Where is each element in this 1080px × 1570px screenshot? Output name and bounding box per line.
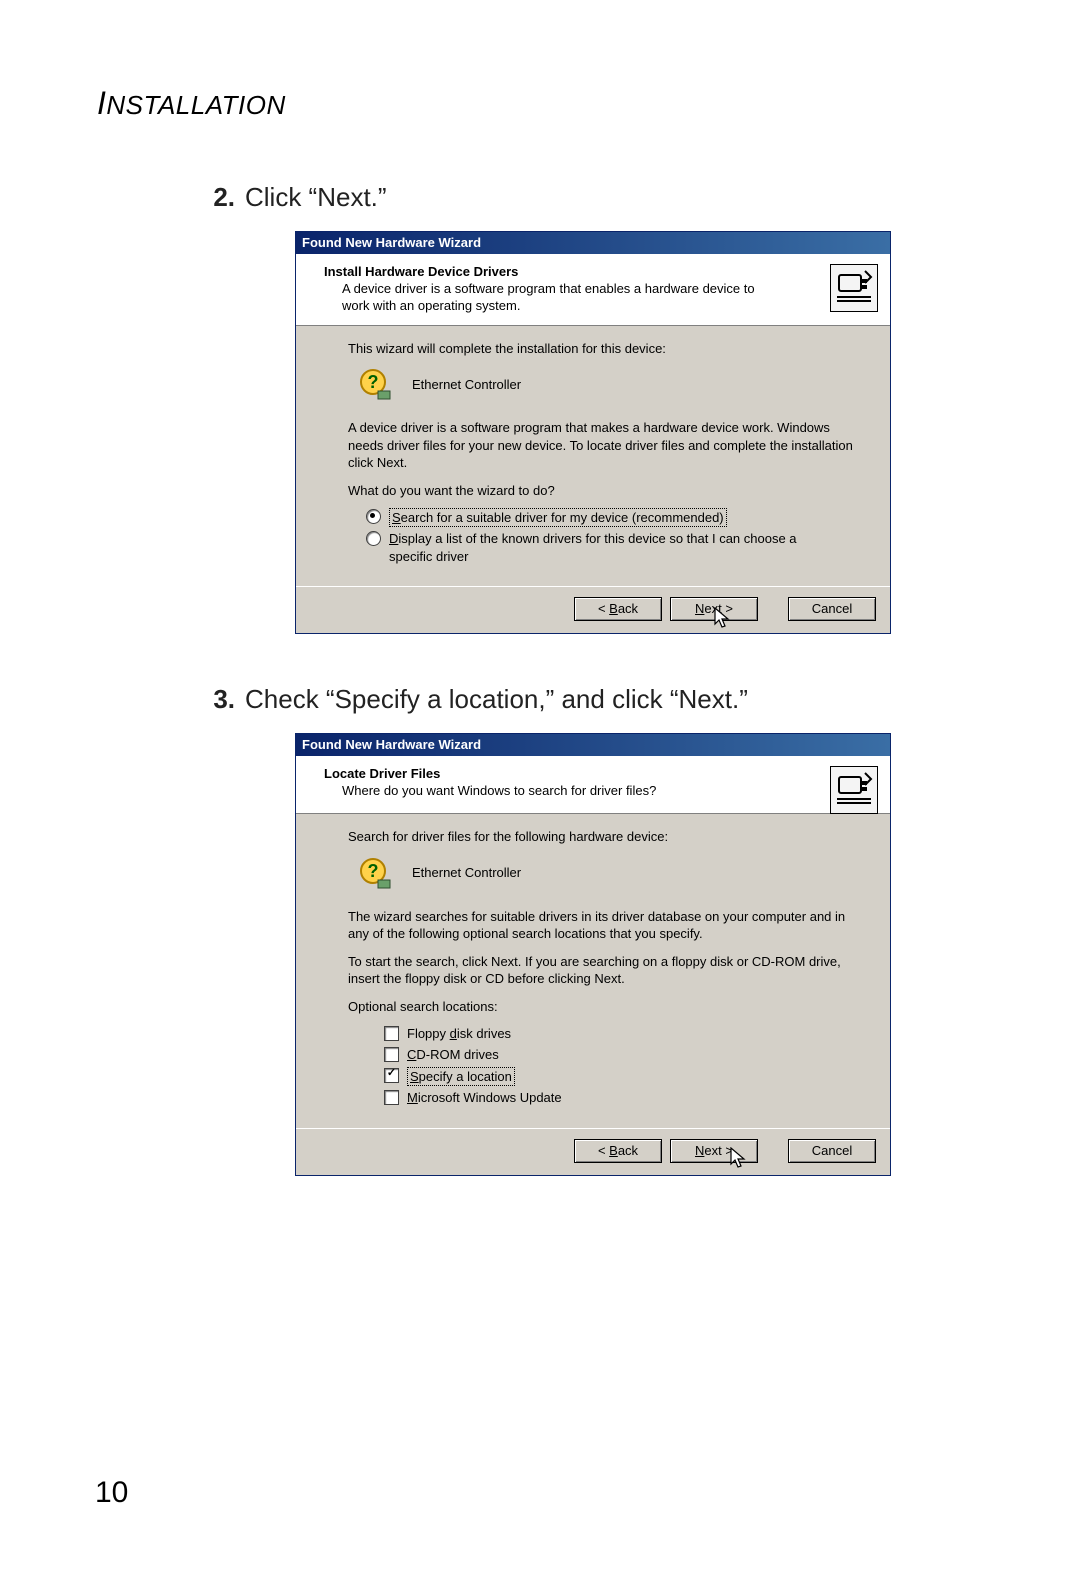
dialog2-device-name: Ethernet Controller bbox=[412, 864, 521, 882]
dialog2-para2: To start the search, click Next. If you … bbox=[348, 953, 862, 988]
dialog1-header-subtitle: A device driver is a software program th… bbox=[342, 281, 782, 315]
next-button[interactable]: Next > bbox=[670, 597, 758, 621]
page-number: 10 bbox=[95, 1476, 128, 1510]
radio-search-label: Search for a suitable driver for my devi… bbox=[389, 508, 727, 528]
step-3-number: 3. bbox=[195, 684, 235, 715]
dialog1-titlebar: Found New Hardware Wizard bbox=[296, 232, 890, 254]
dialog2-header-title: Locate Driver Files bbox=[324, 766, 876, 781]
step-3: 3. Check “Specify a location,” and click… bbox=[195, 684, 990, 715]
checkbox-floppy[interactable]: Floppy disk drives bbox=[384, 1025, 854, 1043]
checkbox-icon[interactable] bbox=[384, 1068, 399, 1083]
cancel-button[interactable]: Cancel bbox=[788, 597, 876, 621]
dialog1-paragraph: A device driver is a software program th… bbox=[348, 419, 862, 472]
checkbox-icon[interactable] bbox=[384, 1047, 399, 1062]
unknown-device-icon: ? bbox=[358, 856, 392, 890]
dialog1-device-row: ? Ethernet Controller bbox=[358, 367, 862, 401]
radio-icon[interactable] bbox=[366, 531, 381, 546]
checkbox-icon[interactable] bbox=[384, 1026, 399, 1041]
radio-display-label: Display a list of the known drivers for … bbox=[389, 530, 836, 565]
step-2-number: 2. bbox=[195, 182, 235, 213]
dialog2-header-subtitle: Where do you want Windows to search for … bbox=[342, 783, 782, 800]
checkbox-cdrom[interactable]: CD-ROM drives bbox=[384, 1046, 854, 1064]
dialog1-device-name: Ethernet Controller bbox=[412, 376, 521, 394]
checkbox-icon[interactable] bbox=[384, 1090, 399, 1105]
dialog2-optional-label: Optional search locations: bbox=[348, 998, 862, 1016]
dialog-locate-files: Found New Hardware Wizard Locate Driver … bbox=[295, 733, 891, 1175]
dialog2-body: Search for driver files for the followin… bbox=[296, 814, 890, 1127]
svg-text:?: ? bbox=[368, 861, 379, 881]
dialog1-header-title: Install Hardware Device Drivers bbox=[324, 264, 876, 279]
dialog-install-drivers: Found New Hardware Wizard Install Hardwa… bbox=[295, 231, 891, 634]
step-2: 2. Click “Next.” bbox=[195, 182, 990, 213]
unknown-device-icon: ? bbox=[358, 367, 392, 401]
dialog1-line1: This wizard will complete the installati… bbox=[348, 340, 862, 358]
step-3-text: Check “Specify a location,” and click “N… bbox=[245, 684, 748, 715]
dialog2-device-row: ? Ethernet Controller bbox=[358, 856, 862, 890]
checkbox-update-label: Microsoft Windows Update bbox=[407, 1089, 562, 1107]
dialog1-header: Install Hardware Device Drivers A device… bbox=[296, 254, 890, 326]
back-button[interactable]: < Back bbox=[574, 597, 662, 621]
checkbox-specify-location[interactable]: Specify a location bbox=[384, 1067, 854, 1087]
dialog2-line1: Search for driver files for the followin… bbox=[348, 828, 862, 846]
section-header: INSTALLATION bbox=[97, 85, 990, 122]
back-button[interactable]: < Back bbox=[574, 1139, 662, 1163]
radio-search-suitable[interactable]: Search for a suitable driver for my devi… bbox=[366, 508, 836, 528]
dialog1-buttons: < Back Next > Cancel bbox=[296, 586, 890, 633]
next-button[interactable]: Next > bbox=[670, 1139, 758, 1163]
section-header-text: NSTALLATION bbox=[106, 90, 285, 120]
radio-display-list[interactable]: Display a list of the known drivers for … bbox=[366, 530, 836, 565]
svg-text:?: ? bbox=[368, 372, 379, 392]
cancel-button[interactable]: Cancel bbox=[788, 1139, 876, 1163]
dialog1-prompt: What do you want the wizard to do? bbox=[348, 482, 862, 500]
checkbox-cdrom-label: CD-ROM drives bbox=[407, 1046, 499, 1064]
checkbox-windows-update[interactable]: Microsoft Windows Update bbox=[384, 1089, 854, 1107]
radio-icon[interactable] bbox=[366, 509, 381, 524]
hardware-icon bbox=[830, 264, 878, 312]
dialog1-body: This wizard will complete the installati… bbox=[296, 326, 890, 586]
dialog2-header: Locate Driver Files Where do you want Wi… bbox=[296, 756, 890, 814]
step-2-text: Click “Next.” bbox=[245, 182, 387, 213]
dialog2-para1: The wizard searches for suitable drivers… bbox=[348, 908, 862, 943]
checkbox-specify-label: Specify a location bbox=[407, 1067, 515, 1087]
hardware-icon bbox=[830, 766, 878, 814]
dialog2-buttons: < Back Next > Cancel bbox=[296, 1128, 890, 1175]
checkbox-floppy-label: Floppy disk drives bbox=[407, 1025, 511, 1043]
dialog2-titlebar: Found New Hardware Wizard bbox=[296, 734, 890, 756]
